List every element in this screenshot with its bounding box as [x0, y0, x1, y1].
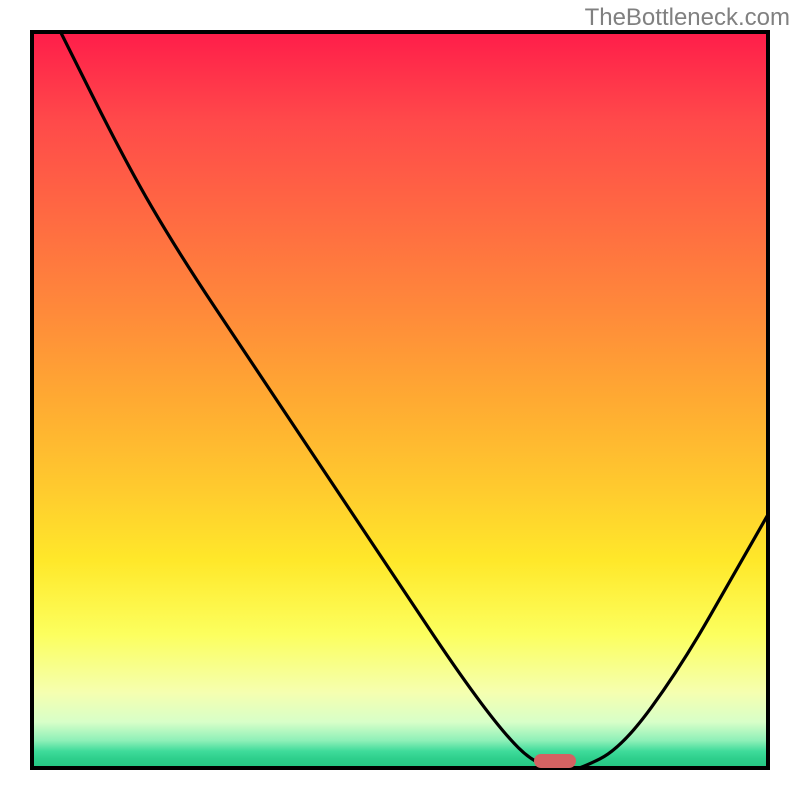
optimal-marker — [534, 754, 576, 768]
chart-stage: TheBottleneck.com — [0, 0, 800, 800]
watermark-text: TheBottleneck.com — [585, 4, 790, 32]
background-gradient — [34, 34, 766, 766]
plot-area — [30, 30, 770, 770]
